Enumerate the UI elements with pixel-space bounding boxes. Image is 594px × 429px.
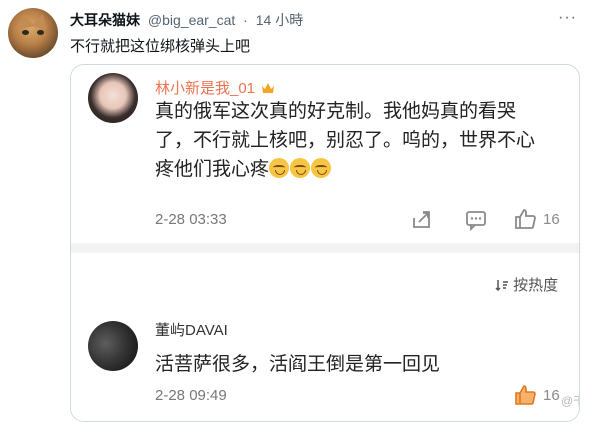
comment-text: 真的俄军这次真的好克制。我他妈真的看哭 了，不行就上核吧，别忍了。呜的，世界不心… — [155, 97, 555, 184]
comment-icon[interactable] — [465, 209, 487, 231]
crying-face-icon — [290, 158, 311, 178]
commenter-avatar — [88, 73, 138, 123]
author-handle[interactable]: @big_ear_cat — [148, 12, 235, 28]
cat-ear-right — [31, 12, 51, 30]
sort-icon — [495, 280, 508, 292]
more-options-icon[interactable]: ··· — [558, 9, 577, 27]
like-count: 16 — [543, 387, 560, 404]
share-icon[interactable] — [411, 209, 433, 231]
cat-eye-left — [22, 30, 29, 35]
comment-text: 活菩萨很多，活阎王倒是第一回见 — [155, 354, 441, 375]
cat-eye-right — [37, 30, 44, 35]
crying-face-icon — [311, 158, 332, 178]
author-avatar[interactable] — [8, 8, 58, 58]
crown-badge-icon — [262, 83, 275, 93]
like-icon[interactable] — [514, 207, 538, 231]
comment-time: 2-28 03:33 — [155, 211, 227, 228]
commenter-avatar — [88, 321, 138, 371]
comment-text-line-part: 疼他们我心疼 — [155, 159, 270, 180]
comment-text-line: 了，不行就上核吧，别忍了。呜的，世界不心 — [155, 130, 536, 151]
sort-control[interactable]: 按热度 — [495, 274, 558, 295]
embedded-screenshot[interactable]: 林小新是我_01 真的俄军这次真的好克制。我他妈真的看哭 了，不行就上核吧，别忍… — [70, 64, 580, 422]
tweet-time[interactable]: 14 小時 — [256, 12, 303, 28]
comment-text-line: 疼他们我心疼 — [155, 155, 555, 184]
section-divider — [71, 243, 579, 253]
like-icon-active[interactable] — [514, 383, 538, 407]
commenter-name: 林小新是我_01 — [155, 77, 275, 98]
tweet-header: 大耳朵猫妹 @big_ear_cat · 14 小時 — [70, 10, 303, 30]
tweet-text: 不行就把这位绑核弹头上吧 — [70, 38, 251, 55]
author-name[interactable]: 大耳朵猫妹 — [70, 12, 140, 28]
commenter-name: 董屿DAVAI — [155, 322, 228, 339]
sort-label: 按热度 — [513, 277, 559, 294]
comment-time: 2-28 09:49 — [155, 387, 227, 404]
like-count: 16 — [543, 211, 560, 228]
comment-one: 林小新是我_01 真的俄军这次真的好克制。我他妈真的看哭 了，不行就上核吧，别忍… — [71, 65, 579, 243]
watermark: @千手巅 — [561, 394, 579, 408]
comment-text-line: 真的俄军这次真的好克制。我他妈真的看哭 — [155, 101, 517, 122]
meta-separator: · — [243, 12, 248, 28]
crying-face-icon — [269, 158, 290, 178]
tweet[interactable]: 大耳朵猫妹 @big_ear_cat · 14 小時 ··· 不行就把这位绑核弹… — [0, 0, 594, 429]
commenter-name-text: 林小新是我_01 — [155, 80, 256, 97]
